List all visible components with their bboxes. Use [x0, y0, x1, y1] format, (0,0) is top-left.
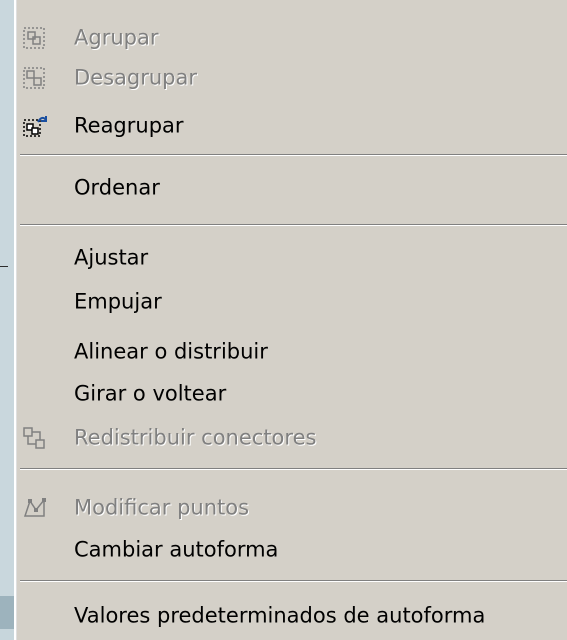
menu-item-ajustar[interactable]: Ajustar — [16, 236, 567, 280]
menu-item-ordenar[interactable]: Ordenar — [16, 166, 567, 210]
group-icon — [22, 26, 46, 50]
menu-item-modificar-puntos[interactable]: Modificar puntos — [16, 486, 567, 530]
menu-item-empujar[interactable]: Empujar — [16, 280, 567, 324]
menu-item-valores-predeterminados[interactable]: Valores predeterminados de autoforma — [16, 594, 567, 638]
menu-item-label: Valores predeterminados de autoforma — [74, 603, 486, 628]
menu-item-label: Agrupar — [74, 25, 159, 50]
menu-item-label: Cambiar autoforma — [74, 537, 279, 562]
menu-item-label: Desagrupar — [74, 65, 198, 90]
menu-item-label: Ordenar — [74, 175, 160, 200]
regroup-icon — [22, 114, 47, 138]
menu-item-redistribuir-conectores[interactable]: Redistribuir conectores — [16, 416, 567, 460]
menu-item-label: Girar o voltear — [74, 381, 227, 406]
ungroup-icon — [22, 66, 46, 90]
menu-item-label: Ajustar — [74, 245, 149, 270]
menu-item-label: Redistribuir conectores — [74, 425, 317, 450]
desktop-pointer-mark — [0, 266, 8, 267]
menu-item-alinear-o-distribuir[interactable]: Alinear o distribuir — [16, 330, 567, 374]
menu-separator — [20, 468, 567, 470]
menu-item-desagrupar[interactable]: Desagrupar — [16, 56, 567, 100]
desktop-strip — [0, 596, 14, 629]
reroute-connectors-icon — [22, 426, 46, 450]
menu-separator — [20, 580, 567, 582]
edit-points-icon — [22, 496, 46, 520]
draw-context-menu: Agrupar Desagrupar Reagrupar Ordenar Aju… — [14, 0, 567, 640]
menu-item-label: Empujar — [74, 289, 162, 314]
menu-item-agrupar[interactable]: Agrupar — [16, 16, 567, 60]
menu-item-reagrupar[interactable]: Reagrupar — [16, 104, 567, 148]
menu-item-cambiar-autoforma[interactable]: Cambiar autoforma — [16, 528, 567, 572]
menu-separator — [20, 154, 567, 156]
menu-item-label: Reagrupar — [74, 113, 184, 138]
menu-item-label: Modificar puntos — [74, 495, 250, 520]
menu-item-girar-o-voltear[interactable]: Girar o voltear — [16, 372, 567, 416]
menu-separator — [20, 224, 567, 226]
menu-item-label: Alinear o distribuir — [74, 339, 268, 364]
